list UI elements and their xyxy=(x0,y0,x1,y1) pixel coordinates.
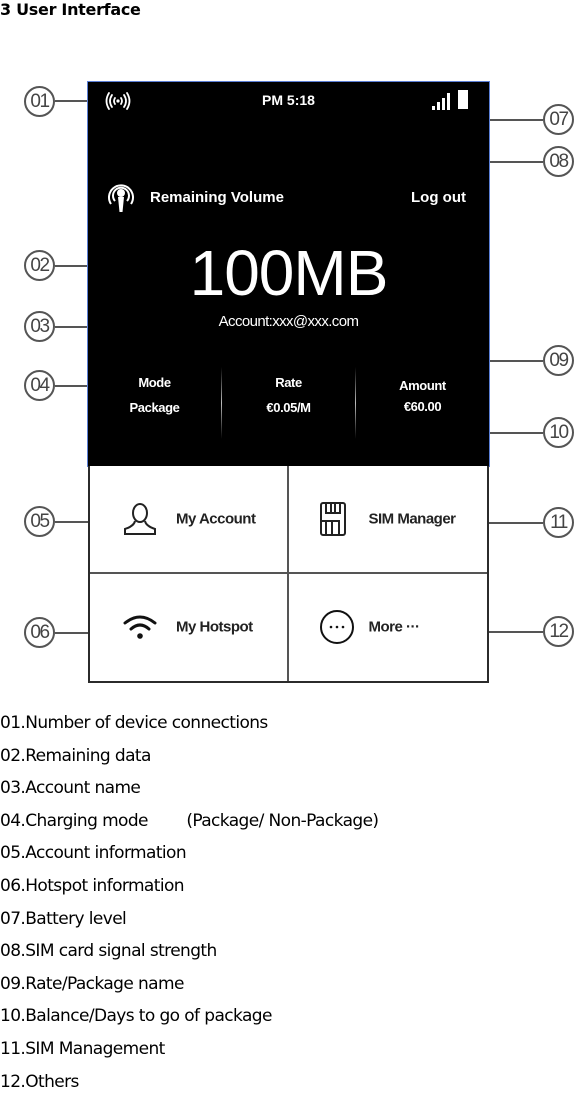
logout-button[interactable]: Log out xyxy=(411,189,466,206)
battery-icon xyxy=(458,90,468,109)
legend-item: 10.Balance/Days to go of package xyxy=(0,1006,272,1027)
device-screen: PM 5:18 Remaining Volume Log out 100MB A… xyxy=(88,82,489,683)
stat-mode-label: Mode xyxy=(138,375,171,390)
callout-04: 04 xyxy=(24,370,55,401)
legend-item: 11.SIM Management xyxy=(0,1038,165,1059)
stat-amount-value: €60.00 xyxy=(403,399,442,414)
callout-03: 03 xyxy=(24,311,55,342)
sim-card-icon xyxy=(319,501,346,536)
remaining-volume-icon xyxy=(108,184,134,212)
callout-12: 12 xyxy=(543,616,574,647)
section-heading: 3 User Interface xyxy=(0,0,141,19)
signal-strength-icon xyxy=(432,93,450,110)
remaining-data-value: 100MB xyxy=(189,237,389,309)
stat-amount: Amount €60.00 xyxy=(356,367,489,442)
callout-06: 06 xyxy=(24,617,55,648)
legend-item: 01.Number of device connections xyxy=(0,713,268,733)
menu-grid: My Account SIM Manager My Hotspot More ·… xyxy=(88,466,489,683)
menu-sim-manager[interactable]: SIM Manager xyxy=(288,466,487,574)
stat-mode-value: Package xyxy=(129,400,180,415)
account-name: Account:xxx@xxx.com xyxy=(218,313,359,330)
callout-02: 02 xyxy=(24,250,55,281)
menu-sim-manager-label: SIM Manager xyxy=(368,510,457,528)
leader-line-11 xyxy=(480,522,543,524)
stat-amount-label: Amount xyxy=(399,378,446,393)
stat-mode: Mode Package xyxy=(88,367,221,442)
callout-07: 07 xyxy=(543,104,574,135)
user-icon xyxy=(124,502,156,535)
callout-08: 08 xyxy=(543,146,574,177)
menu-more[interactable]: More ··· xyxy=(288,573,487,681)
legend-item: 03.Account name xyxy=(0,778,141,799)
wifi-icon xyxy=(123,615,157,640)
menu-my-hotspot-label: My Hotspot xyxy=(176,618,253,636)
menu-my-account-label: My Account xyxy=(176,510,256,528)
stat-rate: Rate €0.05/M xyxy=(222,367,355,442)
menu-my-account[interactable]: My Account xyxy=(90,466,289,574)
legend-item: 04.Charging mode (Package/ Non-Package) xyxy=(0,810,379,831)
stat-rate-label: Rate xyxy=(275,375,302,390)
status-time: PM 5:18 xyxy=(262,92,315,108)
legend-item: 07.Battery level xyxy=(0,908,127,929)
legend-item: 08.SIM card signal strength xyxy=(0,941,217,962)
callout-01: 01 xyxy=(24,86,55,117)
legend-item: 09.Rate/Package name xyxy=(0,973,184,994)
callout-11: 11 xyxy=(543,507,574,538)
callout-10: 10 xyxy=(543,417,574,448)
legend-item: 06.Hotspot information xyxy=(0,875,185,896)
remaining-volume-label: Remaining Volume xyxy=(150,189,284,206)
menu-more-label: More ··· xyxy=(368,618,421,636)
stats-row: Mode Package Rate €0.05/M Amount €60.00 xyxy=(88,367,489,442)
screen-dashboard: PM 5:18 Remaining Volume Log out 100MB A… xyxy=(88,82,489,466)
menu-my-hotspot[interactable]: My Hotspot xyxy=(90,573,289,681)
more-icon xyxy=(319,610,354,645)
legend-item: 05.Account information xyxy=(0,843,187,864)
callout-05: 05 xyxy=(24,506,55,537)
legend-item: 02.Remaining data xyxy=(0,745,151,766)
legend-list: 01.Number of device connections 02.Remai… xyxy=(0,711,379,1102)
legend-item: 12.Others xyxy=(0,1071,79,1092)
stat-rate-value: €0.05/M xyxy=(266,400,311,415)
callout-09: 09 xyxy=(543,345,574,376)
